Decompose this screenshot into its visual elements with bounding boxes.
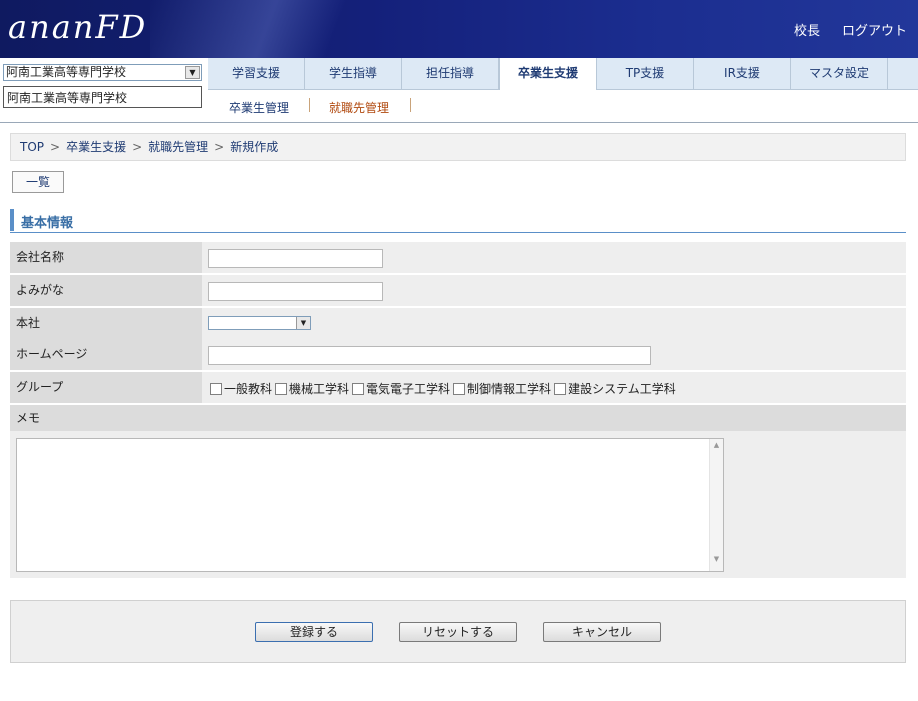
breadcrumb-current: 新規作成 [230, 140, 279, 154]
app-header: ananFD 校長 ログアウト [0, 0, 918, 58]
breadcrumb: TOP > 卒業生支援 > 就職先管理 > 新規作成 [10, 133, 906, 161]
group-checkbox-list: 一般教科 機械工学科 電気電子工学科 制御情報工学科 建設システム工学科 [210, 380, 679, 397]
header-decoration [150, 0, 410, 58]
list-button[interactable]: 一覧 [12, 171, 64, 193]
subnav-divider [309, 98, 310, 112]
checkbox-label: 機械工学科 [289, 382, 350, 396]
cancel-button[interactable]: キャンセル [543, 622, 661, 642]
section-title-marker [10, 209, 14, 231]
group-checkbox-general[interactable]: 一般教科 [210, 380, 272, 397]
subnav-divider [410, 98, 411, 112]
breadcrumb-top[interactable]: TOP [20, 140, 44, 154]
main-tab-bar: 学習支援 学生指導 担任指導 卒業生支援 TP支援 IR支援 マスタ設定 [208, 58, 918, 90]
reset-button[interactable]: リセットする [399, 622, 517, 642]
subnav-employer-management[interactable]: 就職先管理 [329, 99, 389, 116]
head-office-select[interactable]: ▼ [208, 316, 311, 330]
school-select[interactable]: 阿南工業高等専門学校 ▼ [3, 64, 202, 81]
form-row-reading: よみがな [10, 275, 906, 306]
group-label: グループ [10, 372, 202, 403]
group-checkbox-electrical[interactable]: 電気電子工学科 [352, 380, 450, 397]
breadcrumb-separator-icon: > [132, 140, 143, 154]
sub-navigation: 卒業生管理 就職先管理 [208, 90, 918, 122]
tab-student-guidance[interactable]: 学生指導 [305, 58, 402, 89]
tab-master-settings[interactable]: マスタ設定 [791, 58, 888, 89]
school-select-value: 阿南工業高等専門学校 [6, 65, 127, 79]
breadcrumb-alumni-support[interactable]: 卒業生支援 [66, 140, 126, 154]
tab-learning-support[interactable]: 学習支援 [208, 58, 305, 89]
form-row-group: グループ 一般教科 機械工学科 電気電子工学科 制御情報工学科 建設システム工学科 [10, 372, 906, 403]
group-checkbox-control-info[interactable]: 制御情報工学科 [453, 380, 551, 397]
form-row-homepage: ホームページ [10, 339, 906, 370]
tab-tp-support[interactable]: TP支援 [597, 58, 694, 89]
form-row-head-office: 本社 ▼ [10, 308, 906, 339]
memo-textarea[interactable]: ▲ ▼ [16, 438, 724, 572]
checkbox-label: 一般教科 [224, 382, 273, 396]
app-logo[interactable]: ananFD [8, 8, 147, 46]
checkbox-icon[interactable] [352, 383, 365, 395]
company-name-input[interactable] [208, 249, 383, 268]
checkbox-label: 制御情報工学科 [467, 382, 552, 396]
head-office-label: 本社 [10, 308, 202, 339]
tab-alumni-support[interactable]: 卒業生支援 [499, 58, 597, 90]
checkbox-label: 建設システム工学科 [568, 382, 676, 396]
checkbox-icon[interactable] [453, 383, 466, 395]
company-name-label: 会社名称 [10, 242, 202, 273]
tab-homeroom-guidance[interactable]: 担任指導 [402, 58, 499, 89]
logout-link[interactable]: ログアウト [842, 20, 907, 39]
scroll-down-icon[interactable]: ▼ [710, 555, 723, 569]
action-button-panel: 登録する リセットする キャンセル [10, 600, 906, 663]
tab-ir-support[interactable]: IR支援 [694, 58, 791, 89]
group-checkbox-mechanical[interactable]: 機械工学科 [275, 380, 349, 397]
homepage-input[interactable] [208, 346, 651, 365]
section-title-text: 基本情報 [21, 216, 74, 231]
user-role-link[interactable]: 校長 [794, 20, 820, 39]
chevron-down-icon[interactable]: ▼ [296, 317, 310, 329]
breadcrumb-employer-management[interactable]: 就職先管理 [148, 140, 208, 154]
breadcrumb-separator-icon: > [214, 140, 225, 154]
checkbox-icon[interactable] [210, 383, 222, 395]
checkbox-icon[interactable] [275, 383, 288, 395]
reading-label: よみがな [10, 275, 202, 306]
group-checkbox-civil-systems[interactable]: 建設システム工学科 [554, 380, 676, 397]
section-title: 基本情報 [10, 209, 906, 233]
checkbox-icon[interactable] [554, 383, 567, 395]
subnav-alumni-management[interactable]: 卒業生管理 [229, 99, 289, 116]
reading-input[interactable] [208, 282, 383, 301]
divider [0, 122, 918, 123]
scroll-up-icon[interactable]: ▲ [710, 441, 723, 455]
school-name-display: 阿南工業高等専門学校 [3, 86, 202, 108]
breadcrumb-separator-icon: > [50, 140, 61, 154]
memo-label: メモ [10, 405, 906, 431]
register-button[interactable]: 登録する [255, 622, 373, 642]
memo-scrollbar[interactable]: ▲ ▼ [709, 439, 723, 571]
checkbox-label: 電気電子工学科 [366, 382, 451, 396]
homepage-label: ホームページ [10, 339, 202, 370]
form-row-company-name: 会社名称 [10, 242, 906, 273]
chevron-down-icon[interactable]: ▼ [185, 66, 200, 79]
memo-field-cell: ▲ ▼ [10, 431, 906, 578]
